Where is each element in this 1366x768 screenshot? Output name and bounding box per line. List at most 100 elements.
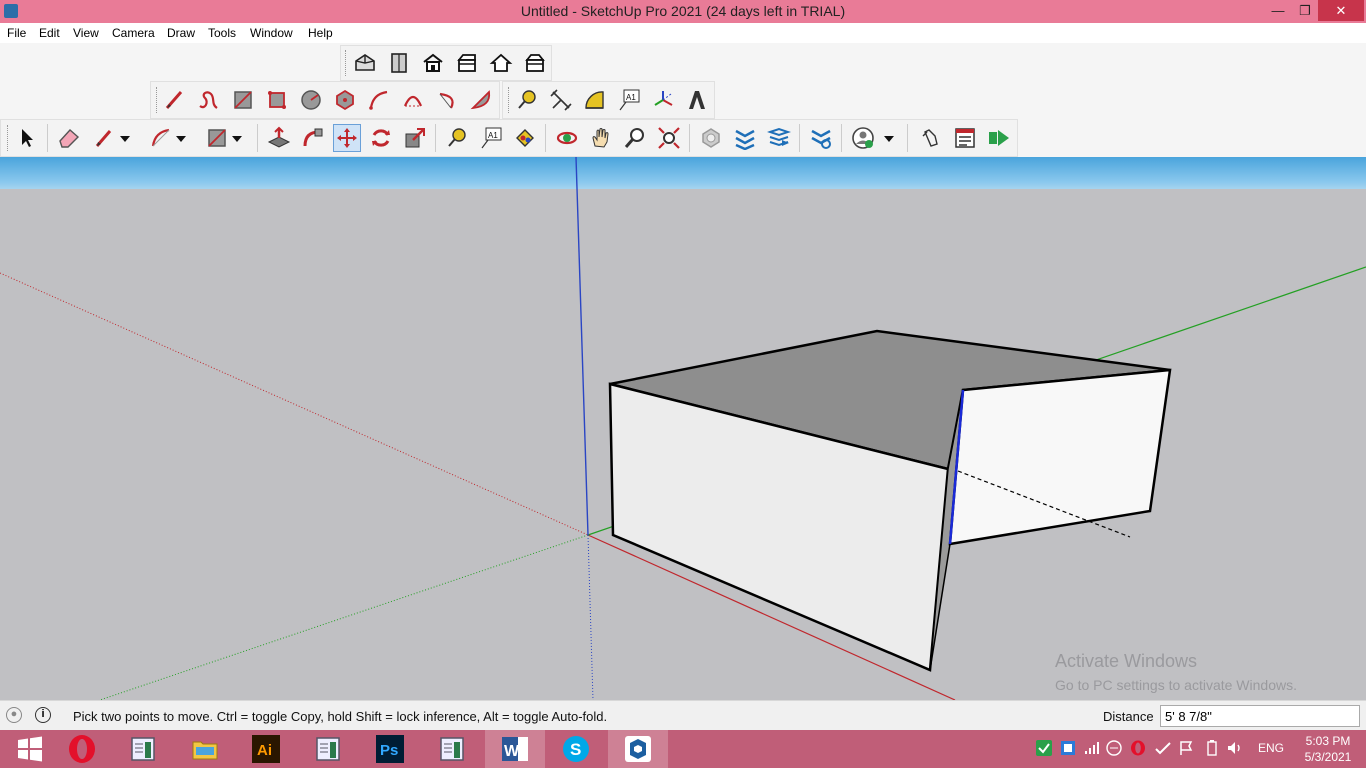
push-pull-icon[interactable] — [265, 124, 293, 152]
minimize-button[interactable]: — — [1264, 0, 1292, 21]
menu-draw[interactable]: Draw — [167, 26, 195, 40]
word-icon[interactable]: W — [485, 730, 545, 768]
network-manager-icon[interactable] — [1060, 740, 1076, 759]
dimension-icon[interactable] — [547, 86, 575, 114]
clock-date: 5/3/2021 — [1304, 750, 1352, 764]
skype-icon[interactable]: S — [546, 730, 606, 768]
zoom-extents-icon[interactable] — [655, 124, 683, 152]
tape-measure-icon[interactable] — [513, 86, 541, 114]
brush-check-icon[interactable] — [1154, 740, 1172, 759]
polygon-icon[interactable] — [331, 86, 359, 114]
arc-dropdown-icon[interactable] — [173, 124, 189, 152]
drawing-viewport[interactable]: Activate Windows Go to PC settings to ac… — [0, 157, 1366, 700]
geo-location-icon[interactable]: ● — [6, 707, 22, 723]
toolbar-area: A1 A1 — [0, 43, 1366, 157]
title-bar: Untitled - SketchUp Pro 2021 (24 days le… — [0, 0, 1366, 23]
tape-icon[interactable] — [443, 124, 471, 152]
dell-icon[interactable] — [1106, 740, 1122, 759]
start-icon[interactable] — [0, 730, 60, 768]
opera-icon[interactable] — [52, 730, 112, 768]
activate-windows-subtitle: Go to PC settings to activate Windows. — [1055, 677, 1297, 693]
sketchup-icon[interactable] — [608, 730, 668, 768]
iso-view-icon[interactable] — [351, 49, 379, 77]
3-point-arc-icon[interactable] — [433, 86, 461, 114]
account-dropdown-icon[interactable] — [881, 124, 897, 152]
illustrator-icon[interactable]: Ai — [236, 730, 296, 768]
circle-icon[interactable] — [297, 86, 325, 114]
file-explorer-icon[interactable] — [175, 730, 235, 768]
rotate-icon[interactable] — [367, 124, 395, 152]
paint-bucket-icon[interactable] — [511, 124, 539, 152]
orbit-icon[interactable] — [553, 124, 581, 152]
battery-icon[interactable] — [1206, 740, 1218, 759]
volume-icon[interactable] — [1226, 740, 1244, 759]
play-icon[interactable] — [985, 124, 1013, 152]
menu-tools[interactable]: Tools — [208, 26, 236, 40]
back-view-icon[interactable] — [487, 49, 515, 77]
zoom-icon[interactable] — [621, 124, 649, 152]
opera-tray-icon[interactable] — [1130, 740, 1146, 759]
rectangle-icon[interactable] — [229, 86, 257, 114]
info-icon[interactable]: i — [35, 707, 51, 723]
window-title: Untitled - SketchUp Pro 2021 (24 days le… — [520, 3, 846, 19]
move-icon[interactable] — [333, 124, 361, 152]
front-view-icon[interactable] — [419, 49, 447, 77]
arc-icon[interactable] — [365, 86, 393, 114]
pencil-dropdown-icon[interactable] — [117, 124, 133, 152]
top-view-icon[interactable] — [385, 49, 413, 77]
maximize-button[interactable]: ❐ — [1291, 0, 1319, 21]
menu-help[interactable]: Help — [308, 26, 333, 40]
menu-window[interactable]: Window — [250, 26, 293, 40]
close-button[interactable]: ✕ — [1318, 0, 1364, 21]
menu-edit[interactable]: Edit — [39, 26, 60, 40]
security-check-icon[interactable] — [1036, 740, 1052, 759]
3d-text-icon[interactable] — [683, 86, 711, 114]
rotated-rectangle-icon[interactable] — [263, 86, 291, 114]
line-icon[interactable] — [161, 86, 189, 114]
axes-icon[interactable] — [649, 86, 677, 114]
2-point-arc-icon[interactable] — [399, 86, 427, 114]
notepad3-icon[interactable] — [422, 730, 482, 768]
language-indicator[interactable]: ENG — [1258, 741, 1284, 755]
model-scene[interactable] — [0, 157, 1366, 700]
photoshop-icon[interactable]: Ps — [360, 730, 420, 768]
rectangle-tool-icon[interactable] — [203, 124, 231, 152]
blue-axis — [575, 157, 589, 536]
signal-icon[interactable] — [1084, 740, 1100, 759]
notepad2-icon[interactable] — [298, 730, 358, 768]
model-info-icon[interactable] — [951, 124, 979, 152]
clock[interactable]: 5:03 PM 5/3/2021 — [1296, 733, 1360, 765]
rectangle-dropdown-icon[interactable] — [229, 124, 245, 152]
right-face — [948, 368, 1172, 546]
green-axis-negative — [99, 534, 589, 700]
distance-label: Distance — [1103, 709, 1154, 724]
account-icon[interactable] — [849, 124, 877, 152]
freehand-icon[interactable] — [195, 86, 223, 114]
left-view-icon[interactable] — [521, 49, 549, 77]
distance-input[interactable]: 5' 8 7/8" — [1160, 705, 1360, 727]
text-icon[interactable]: A1 — [615, 86, 643, 114]
status-bar: ● i Pick two points to move. Ctrl = togg… — [0, 700, 1366, 730]
flag-icon[interactable] — [1178, 740, 1194, 759]
menu-view[interactable]: View — [73, 26, 99, 40]
pie-icon[interactable] — [467, 86, 495, 114]
right-view-icon[interactable] — [453, 49, 481, 77]
word-label: W — [504, 743, 520, 760]
menu-file[interactable]: File — [7, 26, 26, 40]
notepad-icon[interactable] — [113, 730, 173, 768]
layout-icon[interactable] — [765, 124, 793, 152]
eraser-icon[interactable] — [55, 124, 83, 152]
undo-icon[interactable] — [917, 124, 945, 152]
text-tool-icon[interactable]: A1 — [477, 124, 505, 152]
warehouse-icon[interactable] — [697, 124, 725, 152]
extension-warehouse-icon[interactable] — [731, 124, 759, 152]
select-icon[interactable] — [13, 124, 41, 152]
scale-icon[interactable] — [401, 124, 429, 152]
extension-manager-icon[interactable] — [807, 124, 835, 152]
protractor-icon[interactable] — [581, 86, 609, 114]
follow-me-icon[interactable] — [299, 124, 327, 152]
pan-icon[interactable] — [587, 124, 615, 152]
arc-tool-icon[interactable] — [147, 124, 175, 152]
pencil-icon[interactable] — [91, 124, 119, 152]
menu-camera[interactable]: Camera — [112, 26, 155, 40]
